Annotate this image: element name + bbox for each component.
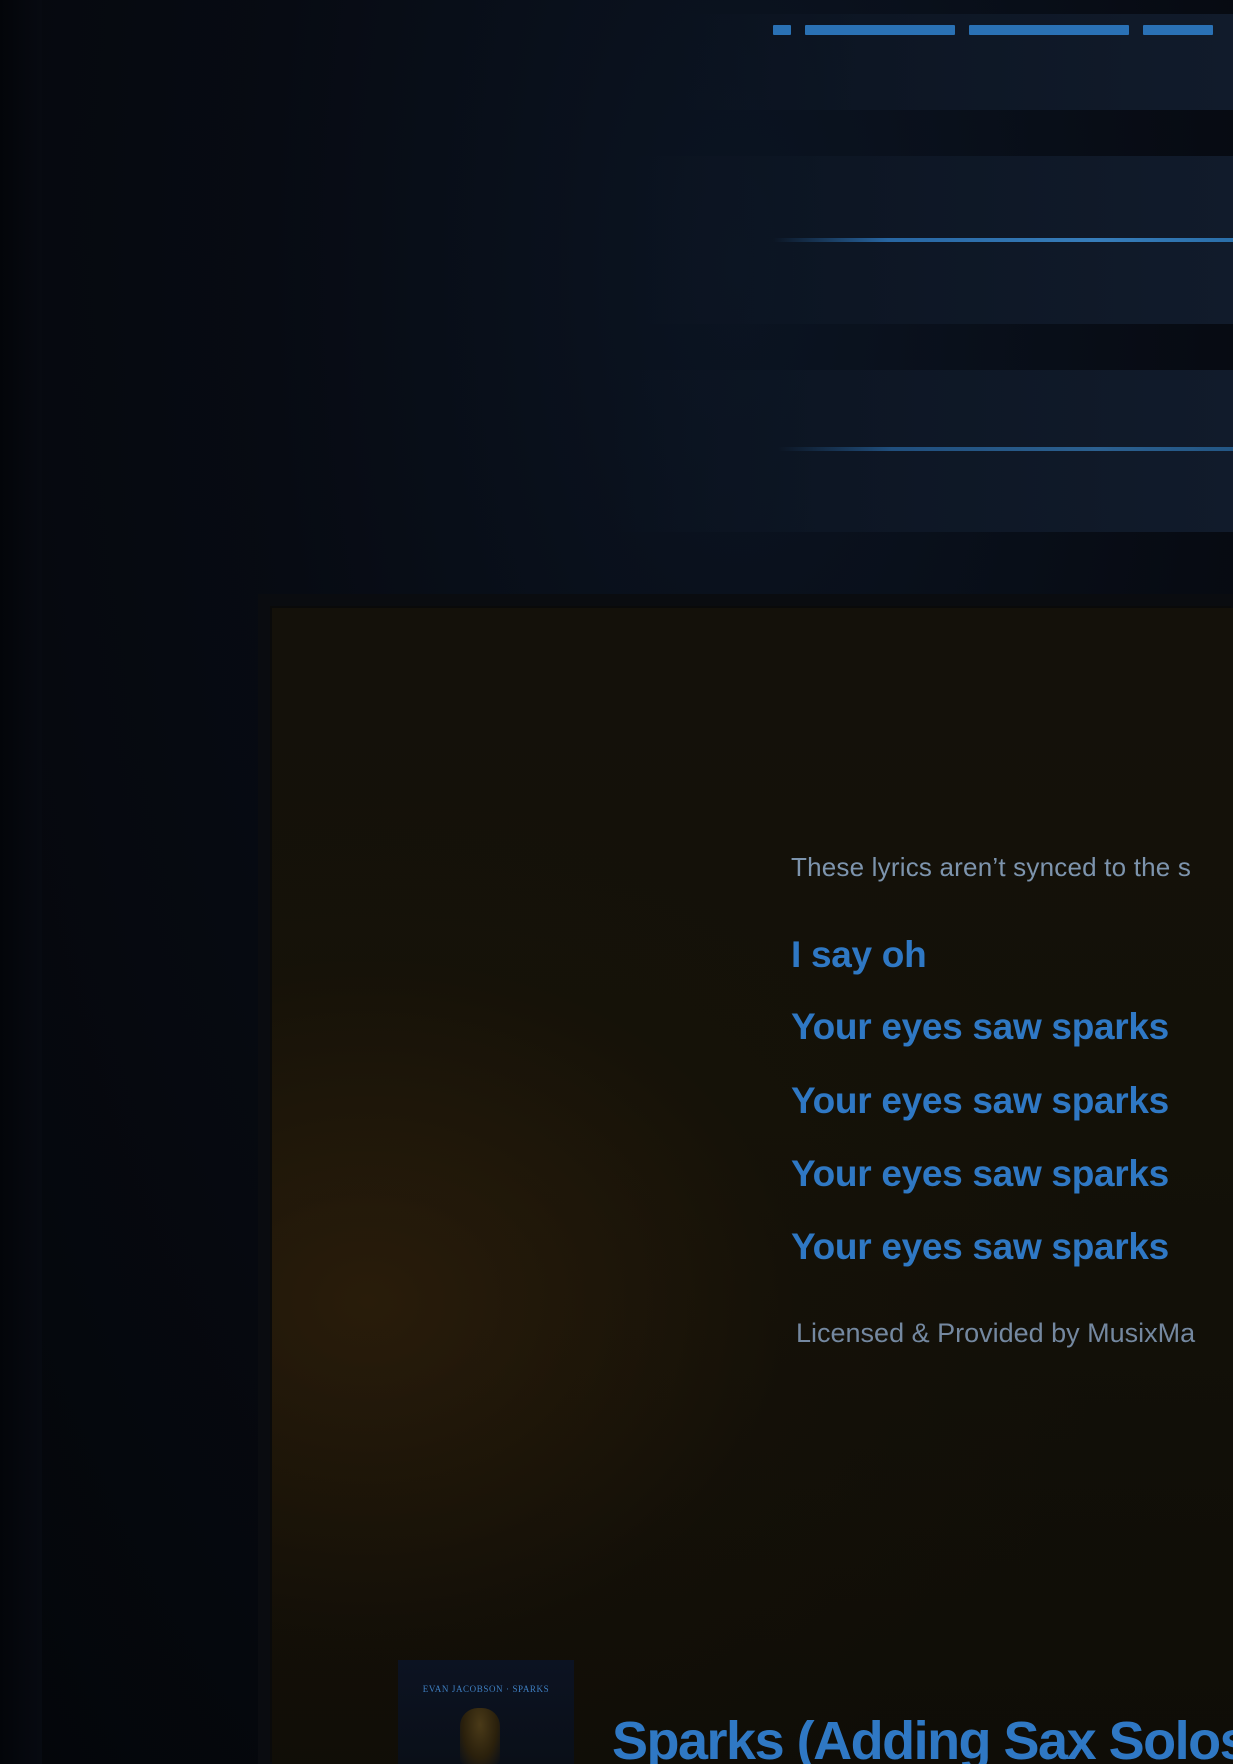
album-art[interactable]: EVAN JACOBSON · SPARKS <box>398 1660 574 1764</box>
lyric-line[interactable]: I say oh <box>791 934 927 976</box>
lyric-line[interactable]: Your eyes saw sparks <box>791 1006 1169 1048</box>
lyric-line[interactable]: Your eyes saw sparks <box>791 1080 1169 1122</box>
background-reflection-band <box>613 370 1233 532</box>
background-reflection-highlight <box>773 238 1233 242</box>
photo-of-tv-screen: These lyrics aren’t synced to the s I sa… <box>0 0 1233 1764</box>
lyric-line[interactable]: Your eyes saw sparks <box>791 1153 1169 1195</box>
background-wall <box>0 0 42 1764</box>
lyrics-license-credit: Licensed & Provided by MusixMa <box>796 1318 1196 1348</box>
lyrics-not-synced-notice: These lyrics aren’t synced to the s <box>791 852 1192 882</box>
album-art-figure <box>460 1708 500 1764</box>
background-reflection-highlight <box>773 25 1233 35</box>
background-reflection-highlight <box>778 447 1233 451</box>
lyric-line[interactable]: Your eyes saw sparks <box>791 1226 1169 1268</box>
album-art-caption: EVAN JACOBSON · SPARKS <box>422 1684 550 1694</box>
track-title[interactable]: Sparks (Adding Sax Solos <box>612 1710 1233 1764</box>
